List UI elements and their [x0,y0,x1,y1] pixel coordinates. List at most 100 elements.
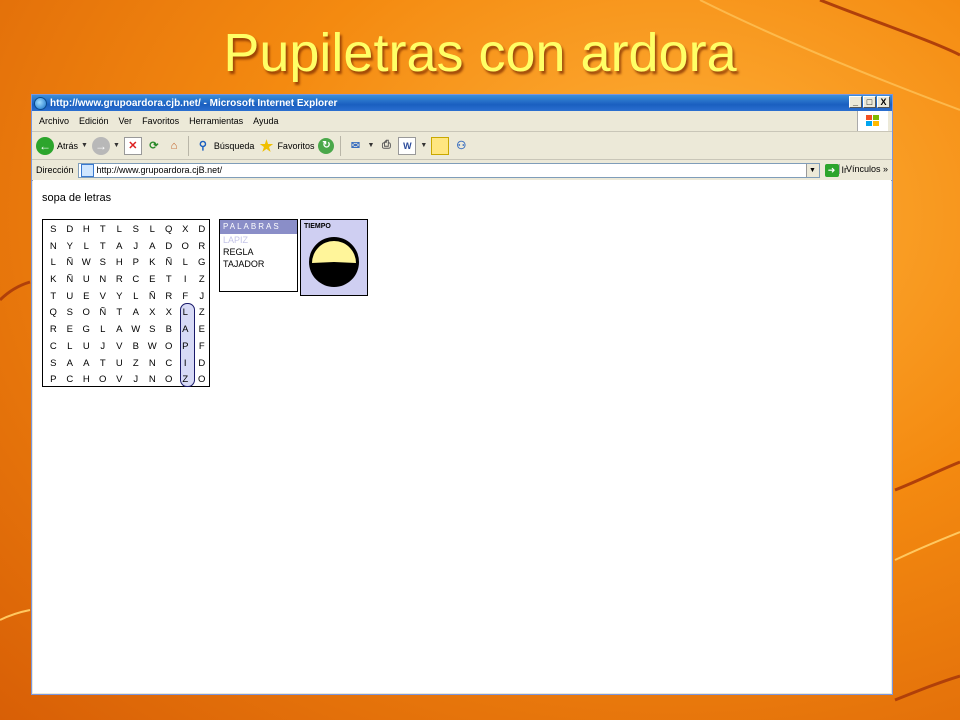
grid-cell[interactable]: U [111,356,128,373]
grid-cell[interactable]: S [62,305,79,322]
grid-cell[interactable]: Ñ [161,255,178,272]
grid-cell[interactable]: J [194,289,211,306]
history-icon[interactable]: ↻ [318,137,335,154]
grid-cell[interactable]: Ñ [144,289,161,306]
grid-cell[interactable]: Ñ [62,272,79,289]
grid-cell[interactable]: Z [128,356,145,373]
grid-cell[interactable]: O [95,372,112,389]
grid-cell[interactable]: C [161,356,178,373]
grid-cell[interactable]: A [128,305,145,322]
grid-cell[interactable]: R [111,272,128,289]
grid-cell[interactable]: A [177,322,194,339]
grid-cell[interactable]: V [95,289,112,306]
grid-cell[interactable]: V [111,339,128,356]
messenger-icon[interactable]: ⚇ [453,138,469,154]
grid-cell[interactable]: D [62,222,79,239]
grid-cell[interactable]: H [111,255,128,272]
grid-cell[interactable]: X [161,305,178,322]
grid-cell[interactable]: Q [161,222,178,239]
favorites-button[interactable]: ★ Favoritos [258,138,315,155]
grid-cell[interactable]: Ñ [62,255,79,272]
grid-cell[interactable]: F [194,339,211,356]
menu-favoritos[interactable]: Favoritos [137,116,184,126]
grid-cell[interactable]: D [194,222,211,239]
grid-cell[interactable]: E [194,322,211,339]
grid-cell[interactable]: Y [62,239,79,256]
grid-cell[interactable]: S [144,322,161,339]
grid-cell[interactable]: T [95,239,112,256]
grid-cell[interactable]: P [177,339,194,356]
grid-cell[interactable]: Z [177,372,194,389]
word-edit-icon[interactable]: W [398,136,417,155]
grid-cell[interactable]: B [161,322,178,339]
home-icon[interactable]: ⌂ [166,138,182,154]
grid-cell[interactable]: E [62,322,79,339]
grid-cell[interactable]: O [177,239,194,256]
grid-cell[interactable]: P [45,372,62,389]
window-title-bar[interactable]: http://www.grupoardora.cjb.net/ - Micros… [32,95,892,111]
grid-cell[interactable]: A [111,322,128,339]
grid-cell[interactable]: Z [194,272,211,289]
grid-cell[interactable]: K [144,255,161,272]
menu-herramientas[interactable]: Herramientas [184,116,248,126]
grid-cell[interactable]: N [144,356,161,373]
back-button[interactable]: ← Atrás ▼ [36,136,88,155]
grid-cell[interactable]: Q [45,305,62,322]
grid-cell[interactable]: J [128,239,145,256]
grid-cell[interactable]: L [177,255,194,272]
grid-cell[interactable]: H [78,372,95,389]
menu-ver[interactable]: Ver [114,116,138,126]
grid-cell[interactable]: W [144,339,161,356]
links-button[interactable]: Vínculos » [838,164,888,174]
grid-cell[interactable]: X [177,222,194,239]
menu-edicion[interactable]: Edición [74,116,114,126]
forward-button[interactable]: → ▼ [91,136,120,155]
grid-cell[interactable]: T [95,222,112,239]
grid-cell[interactable]: T [161,272,178,289]
grid-cell[interactable]: R [194,239,211,256]
grid-cell[interactable]: U [78,339,95,356]
menu-archivo[interactable]: Archivo [32,116,74,126]
grid-cell[interactable]: S [128,222,145,239]
grid-cell[interactable]: A [144,239,161,256]
grid-cell[interactable]: R [45,322,62,339]
grid-cell[interactable]: C [62,372,79,389]
grid-cell[interactable]: L [111,222,128,239]
grid-cell[interactable]: Z [194,305,211,322]
grid-cell[interactable]: N [144,372,161,389]
grid-cell[interactable]: E [78,289,95,306]
grid-cell[interactable]: G [78,322,95,339]
grid-cell[interactable]: A [78,356,95,373]
grid-cell[interactable]: L [144,222,161,239]
grid-cell[interactable]: L [78,239,95,256]
grid-cell[interactable]: A [62,356,79,373]
grid-cell[interactable]: N [95,272,112,289]
stop-icon[interactable]: ✕ [123,136,142,155]
grid-cell[interactable]: R [161,289,178,306]
close-button[interactable]: X [877,96,890,108]
grid-cell[interactable]: D [194,356,211,373]
menu-ayuda[interactable]: Ayuda [248,116,283,126]
address-input[interactable]: http://www.grupoardora.cjB.net/ ▼ [77,162,820,178]
grid-cell[interactable]: J [128,372,145,389]
grid-cell[interactable]: W [128,322,145,339]
grid-cell[interactable]: L [45,255,62,272]
grid-cell[interactable]: G [194,255,211,272]
grid-cell[interactable]: K [45,272,62,289]
chevron-down-icon[interactable]: ▼ [805,163,819,177]
refresh-icon[interactable]: ⟳ [146,138,162,154]
grid-cell[interactable]: O [194,372,211,389]
grid-cell[interactable]: A [111,239,128,256]
mail-icon[interactable]: ✉ [347,138,363,154]
grid-cell[interactable]: Y [111,289,128,306]
grid-cell[interactable]: D [161,239,178,256]
print-icon[interactable]: ⎙ [378,138,394,154]
grid-cell[interactable]: L [177,305,194,322]
grid-cell[interactable]: P [128,255,145,272]
grid-cell[interactable]: W [78,255,95,272]
grid-cell[interactable]: O [78,305,95,322]
grid-cell[interactable]: X [144,305,161,322]
search-button[interactable]: ⚲ Búsqueda [195,138,255,154]
grid-cell[interactable]: Ñ [95,305,112,322]
grid-cell[interactable]: I [177,356,194,373]
